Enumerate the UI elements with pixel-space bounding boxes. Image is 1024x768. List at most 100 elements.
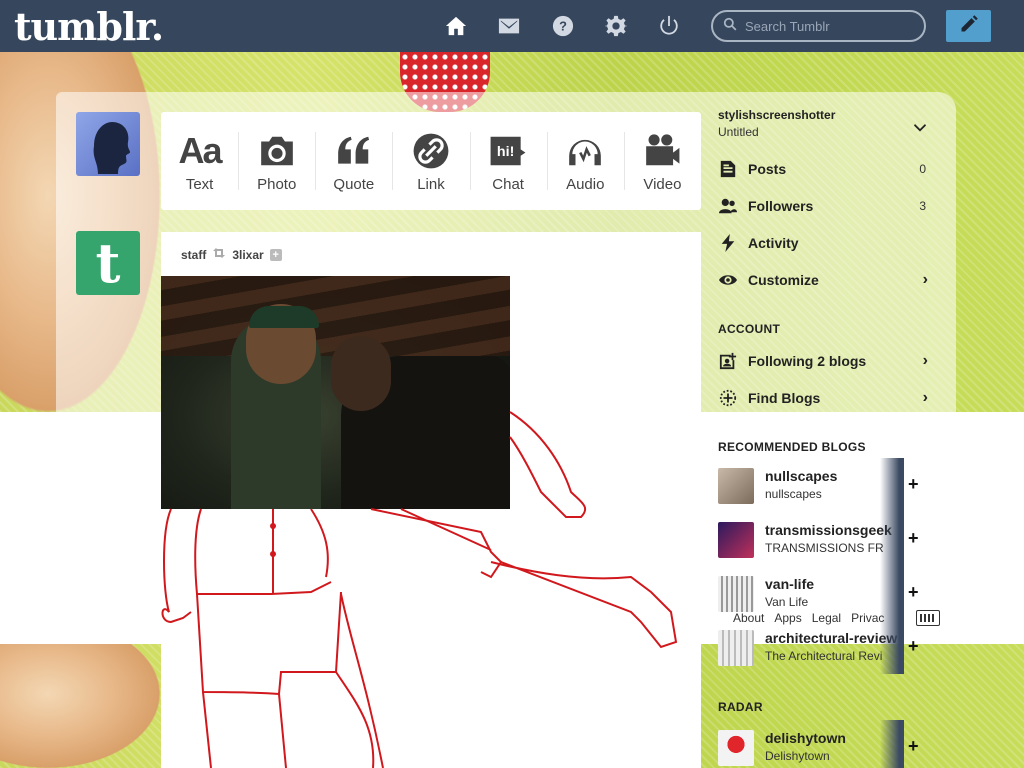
sidebar-item-customize[interactable]: Customize ›: [718, 265, 930, 295]
post-type-link[interactable]: Link: [392, 112, 469, 210]
background-photo-left-bottom: [0, 644, 160, 768]
home-icon[interactable]: [443, 13, 469, 39]
help-icon[interactable]: ?: [550, 13, 576, 39]
mail-icon[interactable]: [496, 13, 522, 39]
footer-link-privacy[interactable]: Privac: [851, 611, 884, 625]
post-type-chat[interactable]: hi! Chat: [469, 112, 547, 210]
post-type-bar: Aa Text Photo Quote Link hi! Chat Audio: [161, 112, 701, 210]
radar-heading: RADAR: [718, 700, 763, 714]
blog-avatar: [718, 522, 754, 558]
post-type-photo[interactable]: Photo: [238, 112, 315, 210]
recommended-blog[interactable]: van-life Van Life +: [718, 566, 934, 620]
top-navigation-bar: tumblr. ?: [0, 0, 1024, 52]
settings-icon[interactable]: [603, 13, 629, 39]
post-type-label: Photo: [257, 175, 297, 193]
followers-icon: [718, 196, 738, 216]
chevron-right-icon: ›: [922, 389, 928, 406]
footer-links: About Apps Legal Privac: [733, 611, 903, 625]
post-type-label: Quote: [333, 175, 375, 193]
following-icon: [718, 351, 738, 371]
chevron-right-icon: ›: [922, 352, 928, 369]
sidebar-item-posts[interactable]: Posts 0: [718, 154, 930, 184]
follow-plus-icon[interactable]: +: [908, 636, 919, 657]
chat-icon: hi!: [489, 130, 527, 172]
search-box[interactable]: [711, 10, 926, 42]
sidebar-item-label: Find Blogs: [748, 390, 821, 406]
user-avatar[interactable]: [76, 112, 140, 176]
post-type-label: Text: [185, 175, 214, 193]
text-icon: Aa: [178, 129, 223, 171]
photo-person-right-head: [331, 336, 391, 411]
headphones-icon: [566, 130, 604, 172]
chevron-right-icon: ›: [922, 271, 928, 288]
tumblr-t-logo: t: [95, 231, 121, 295]
chevron-down-icon: [914, 120, 926, 138]
sidebar-item-following[interactable]: Following 2 blogs ›: [718, 346, 930, 376]
post-type-label: Audio: [566, 175, 605, 193]
search-input[interactable]: [745, 18, 915, 34]
name-fade: [880, 512, 904, 566]
reblog-source-link[interactable]: 3lixar: [232, 248, 263, 262]
sidebar-item-activity[interactable]: Activity: [718, 228, 930, 258]
sidebar-item-find-blogs[interactable]: Find Blogs ›: [718, 383, 930, 413]
power-icon[interactable]: [656, 13, 682, 39]
photo-cap: [249, 306, 319, 328]
recommended-blog[interactable]: transmissionsgeek TRANSMISSIONS FR +: [718, 512, 934, 566]
sidebar-item-label: Activity: [748, 235, 799, 251]
footer-link-legal[interactable]: Legal: [812, 611, 841, 625]
quote-icon: [335, 130, 373, 172]
footer-link-about[interactable]: About: [733, 611, 764, 625]
account-heading: ACCOUNT: [718, 322, 781, 336]
photo-ceiling: [161, 276, 510, 356]
dashboard-post: staff 3lixar +: [161, 232, 701, 768]
follow-plus-icon[interactable]: +: [908, 582, 919, 603]
video-camera-icon: [643, 130, 681, 172]
recommended-blogs-heading: RECOMMENDED BLOGS: [718, 440, 866, 454]
post-type-video[interactable]: Video: [623, 112, 701, 210]
svg-text:hi!: hi!: [497, 143, 514, 159]
posts-icon: [718, 159, 738, 179]
search-icon: [723, 17, 737, 36]
keyboard-icon[interactable]: [916, 610, 940, 626]
radar-blog[interactable]: delishytown Delishytown +: [718, 720, 934, 768]
name-fade: [880, 458, 904, 512]
sidebar-item-followers[interactable]: Followers 3: [718, 191, 930, 221]
blog-title: Untitled: [718, 125, 759, 139]
footer-link-apps[interactable]: Apps: [774, 611, 801, 625]
name-fade: [880, 720, 904, 768]
blog-selector[interactable]: stylishscreenshotter Untitled: [718, 108, 930, 144]
blog-name: stylishscreenshotter: [718, 108, 836, 122]
svg-text:?: ?: [559, 19, 567, 34]
post-author-link[interactable]: staff: [181, 248, 206, 262]
link-icon: [412, 130, 450, 172]
posts-count: 0: [919, 162, 926, 176]
followers-count: 3: [919, 199, 926, 213]
blog-avatar: [718, 576, 754, 612]
recommended-blog[interactable]: nullscapes nullscapes +: [718, 458, 934, 512]
pencil-icon: [959, 14, 979, 39]
compose-button[interactable]: [946, 10, 991, 42]
post-type-quote[interactable]: Quote: [315, 112, 392, 210]
post-type-label: Chat: [492, 175, 524, 193]
blog-avatar: [718, 730, 754, 766]
post-type-audio[interactable]: Audio: [546, 112, 624, 210]
lightning-icon: [718, 233, 738, 253]
follow-plus-icon[interactable]: +: [908, 528, 919, 549]
camera-icon: [258, 130, 296, 172]
find-blogs-icon: [718, 388, 738, 408]
eye-icon: [718, 270, 738, 290]
staff-avatar[interactable]: t: [76, 231, 140, 295]
follow-plus-icon[interactable]: +: [269, 248, 282, 261]
tumblr-logo[interactable]: tumblr.: [14, 4, 164, 49]
post-header: staff 3lixar +: [181, 247, 282, 262]
post-photo[interactable]: [161, 276, 510, 509]
recommended-blog[interactable]: architectural-review The Architectural R…: [718, 620, 934, 674]
post-type-label: Link: [417, 175, 445, 193]
reblog-icon: [212, 247, 226, 262]
sidebar-item-label: Customize: [748, 272, 819, 288]
sidebar-item-label: Followers: [748, 198, 814, 214]
post-type-text[interactable]: Aa Text: [161, 112, 238, 210]
follow-plus-icon[interactable]: +: [908, 736, 919, 757]
name-fade: [880, 620, 904, 674]
follow-plus-icon[interactable]: +: [908, 474, 919, 495]
